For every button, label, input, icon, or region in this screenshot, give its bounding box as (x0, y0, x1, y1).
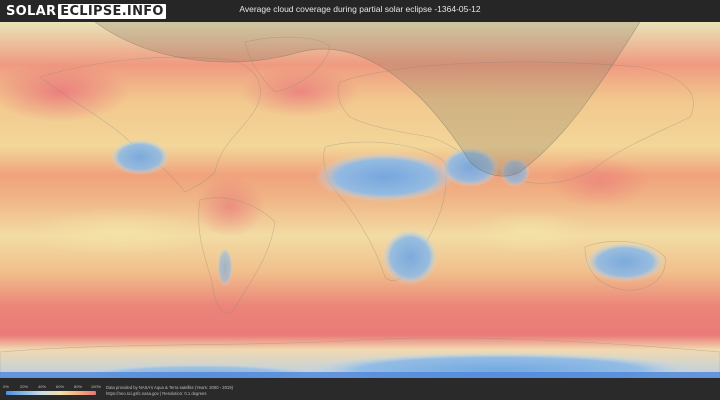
cloud-coverage-legend: 0% 20% 40% 60% 80% 100% (3, 384, 101, 395)
legend-ticks: 0% 20% 40% 60% 80% 100% (3, 384, 101, 390)
partly-cloudy-indian-ocean (470, 210, 590, 254)
clear-sky-southwest-us (110, 139, 170, 175)
clear-sky-sahara (315, 152, 455, 202)
legend-tick-20: 20% (19, 384, 29, 389)
legend-color-bar (6, 391, 96, 395)
cloud-patch-north-atlantic (240, 67, 360, 117)
top-bar: SOLAR ECLIPSE.INFO Average cloud coverag… (0, 0, 720, 22)
clear-sky-australia (585, 242, 665, 282)
partly-cloudy-south-pacific (30, 207, 210, 257)
map-svg (0, 22, 720, 378)
legend-tick-100: 100% (90, 384, 102, 389)
data-credits: Data provided by NASA's Aqua & Terra sat… (106, 385, 233, 397)
cloud-coverage-map[interactable] (0, 22, 720, 378)
credit-line-url[interactable]: https://neo.sci.gsfc.nasa.gov | Resoluti… (106, 391, 233, 397)
legend-tick-0: 0% (3, 384, 9, 389)
clear-sky-chile (217, 247, 233, 287)
legend-tick-60: 60% (55, 384, 65, 389)
legend-tick-40: 40% (37, 384, 47, 389)
clear-sky-southern-africa (382, 229, 438, 285)
page-title: Average cloud coverage during partial so… (239, 4, 481, 14)
legend-tick-80: 80% (73, 384, 83, 389)
